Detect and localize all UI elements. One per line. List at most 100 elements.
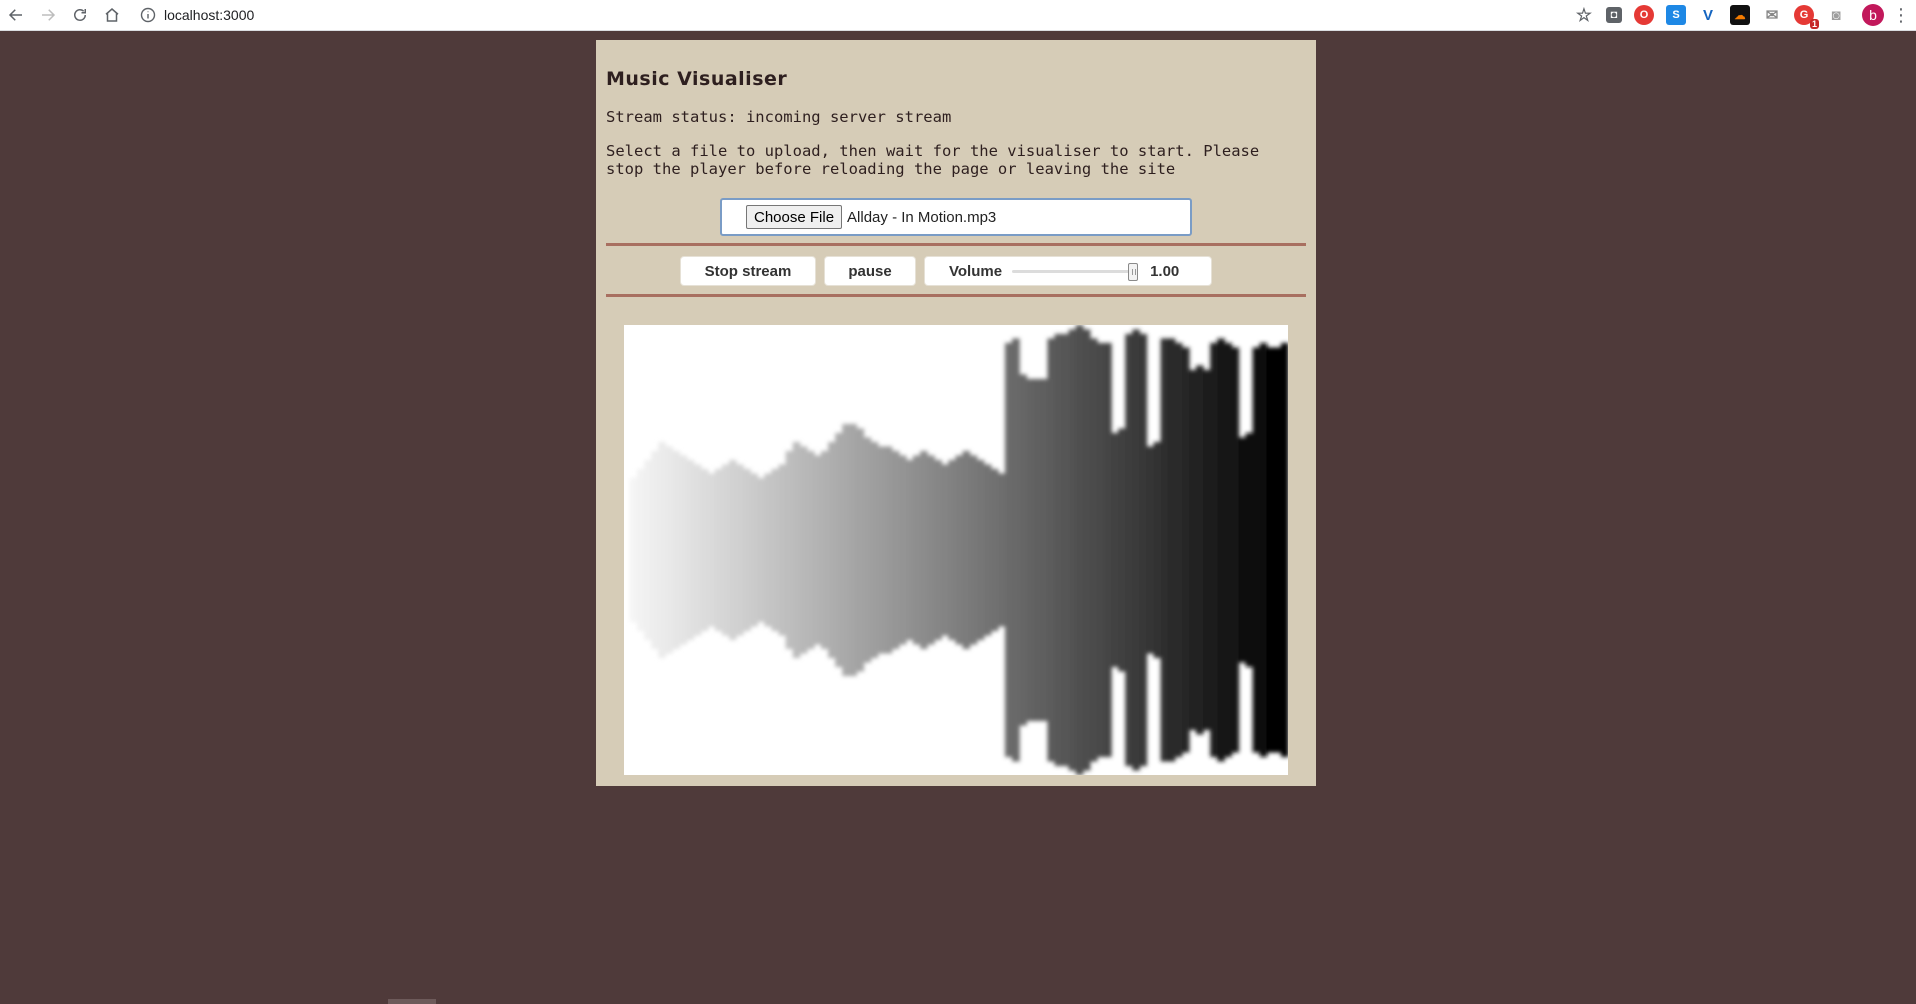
- visualiser-bar: [948, 460, 957, 640]
- bookmark-star-icon[interactable]: ☆: [1574, 5, 1594, 25]
- visualiser-bar: [1153, 442, 1162, 658]
- visualiser-bar: [637, 469, 645, 631]
- visualiser-bar: [1004, 343, 1013, 757]
- browser-toolbar: localhost:3000 ☆ ◘ O S V ☁ ✉ G1 ◙ b ⋮: [0, 0, 1916, 31]
- back-button[interactable]: [0, 1, 32, 29]
- visualiser-bar: [983, 464, 992, 636]
- browser-actions: ☆ ◘ O S V ☁ ✉ G1 ◙ b ⋮: [1568, 0, 1916, 31]
- visualiser-bar: [1068, 329, 1077, 771]
- visualiser-bar: [976, 460, 985, 640]
- visualiser-bar: [1196, 365, 1204, 735]
- notification-badge: 1: [1809, 19, 1819, 29]
- visualiser-bar: [1054, 334, 1063, 766]
- choose-file-button[interactable]: Choose File: [746, 205, 843, 229]
- visualiser-bar: [934, 460, 942, 640]
- visualiser-bar: [1118, 428, 1126, 672]
- vue-extension-icon[interactable]: V: [1698, 5, 1718, 25]
- browser-menu-icon[interactable]: ⋮: [1892, 5, 1910, 26]
- visualiser-bar: [651, 451, 659, 649]
- volume-slider[interactable]: [1012, 263, 1139, 281]
- visualiser-bar: [764, 473, 773, 627]
- visualiser-bar: [962, 451, 971, 649]
- visualiser-bar: [1146, 446, 1155, 654]
- soundcloud-extension-icon[interactable]: ☁: [1730, 5, 1750, 25]
- visualiser-bar: [1089, 338, 1098, 762]
- s-extension-icon[interactable]: S: [1666, 5, 1686, 25]
- mail-extension-icon[interactable]: ✉: [1762, 5, 1782, 25]
- visualiser-bar: [1174, 343, 1183, 757]
- visualiser-bar: [884, 446, 893, 654]
- visualiser-bar: [644, 460, 652, 640]
- visualiser-bar: [849, 424, 858, 676]
- visualiser-bar: [1096, 343, 1105, 757]
- visualiser-bar: [1082, 329, 1091, 771]
- camera-extension-icon[interactable]: ◙: [1826, 5, 1846, 25]
- info-icon: [140, 7, 156, 23]
- visualiser-bar: [1252, 347, 1261, 753]
- visualiser-bar: [1047, 338, 1056, 762]
- visualiser-bar: [721, 464, 730, 636]
- visualiser-bar: [1224, 343, 1232, 757]
- visualiser-bar: [1111, 433, 1119, 667]
- visualiser-bar: [1280, 343, 1288, 757]
- file-upload-input[interactable]: Choose File Allday - In Motion.mp3: [720, 198, 1192, 236]
- address-bar[interactable]: localhost:3000: [140, 3, 254, 27]
- visualiser-bar: [835, 433, 843, 667]
- visualiser-bar: [1231, 347, 1240, 753]
- visualiser-bar: [1203, 370, 1211, 730]
- visualiser-bar: [1266, 347, 1275, 753]
- visualiser-bar: [1104, 343, 1112, 757]
- visualiser-bar: [856, 428, 865, 672]
- reload-icon: [74, 9, 86, 21]
- visualiser-bar: [799, 446, 808, 654]
- visualiser-bar: [806, 451, 815, 649]
- visualiser-bar: [990, 469, 999, 631]
- instructions-text: Select a file to upload, then wait for t…: [606, 142, 1260, 178]
- visualiser-bar: [693, 464, 702, 636]
- visualiser-bar: [842, 424, 850, 676]
- volume-thumb[interactable]: [1128, 263, 1139, 281]
- visualiser-bar: [792, 442, 801, 658]
- visualiser-bar: [898, 455, 907, 645]
- pause-button[interactable]: pause: [824, 256, 916, 286]
- stop-stream-button[interactable]: Stop stream: [680, 256, 816, 286]
- visualiser-bar: [665, 446, 674, 654]
- visualiser-bar: [1245, 433, 1254, 667]
- visualiser-bar: [1217, 338, 1225, 762]
- visualiser-bar: [1125, 334, 1133, 766]
- visualiser-bar: [863, 437, 872, 663]
- visualiser-bar: [785, 451, 794, 649]
- opera-extension-icon[interactable]: O: [1634, 5, 1654, 25]
- visualiser-bar: [997, 473, 1006, 627]
- visualiser-bar: [1019, 374, 1027, 726]
- visualiser-bar: [1188, 370, 1197, 730]
- visualiser-bar: [927, 455, 935, 645]
- divider-top: [606, 243, 1306, 246]
- visualiser-bar: [905, 460, 914, 640]
- notification-extension-icon[interactable]: G1: [1794, 5, 1819, 29]
- visualiser-bar: [1210, 343, 1218, 757]
- shield-extension-icon[interactable]: ◘: [1606, 7, 1622, 23]
- page-title: Music Visualiser: [606, 68, 788, 90]
- visualiser-bar: [1259, 343, 1268, 757]
- profile-avatar[interactable]: b: [1862, 4, 1884, 26]
- selected-file-name: Allday - In Motion.mp3: [847, 208, 997, 226]
- reload-button[interactable]: [64, 1, 96, 29]
- horizontal-scrollbar[interactable]: [388, 999, 436, 1004]
- visualiser-bar: [821, 451, 829, 649]
- visualiser-bar: [630, 478, 638, 622]
- visualiser-bar: [877, 446, 886, 654]
- visualiser-bar: [1160, 338, 1169, 762]
- forward-button[interactable]: [32, 1, 64, 29]
- visualiser-panel: Music Visualiser Stream status: incoming…: [596, 40, 1316, 786]
- home-button[interactable]: [96, 1, 128, 29]
- visualiser-bar: [1075, 325, 1084, 775]
- visualiser-bar: [1040, 379, 1049, 721]
- visualiser-bar: [771, 469, 780, 631]
- visualiser-bar: [700, 469, 709, 631]
- visualiser-bar: [750, 473, 758, 627]
- visualiser-bar: [778, 464, 787, 636]
- visualiser-bar: [828, 442, 836, 658]
- visualiser-bar: [729, 460, 737, 640]
- arrow-left-icon: [8, 9, 22, 21]
